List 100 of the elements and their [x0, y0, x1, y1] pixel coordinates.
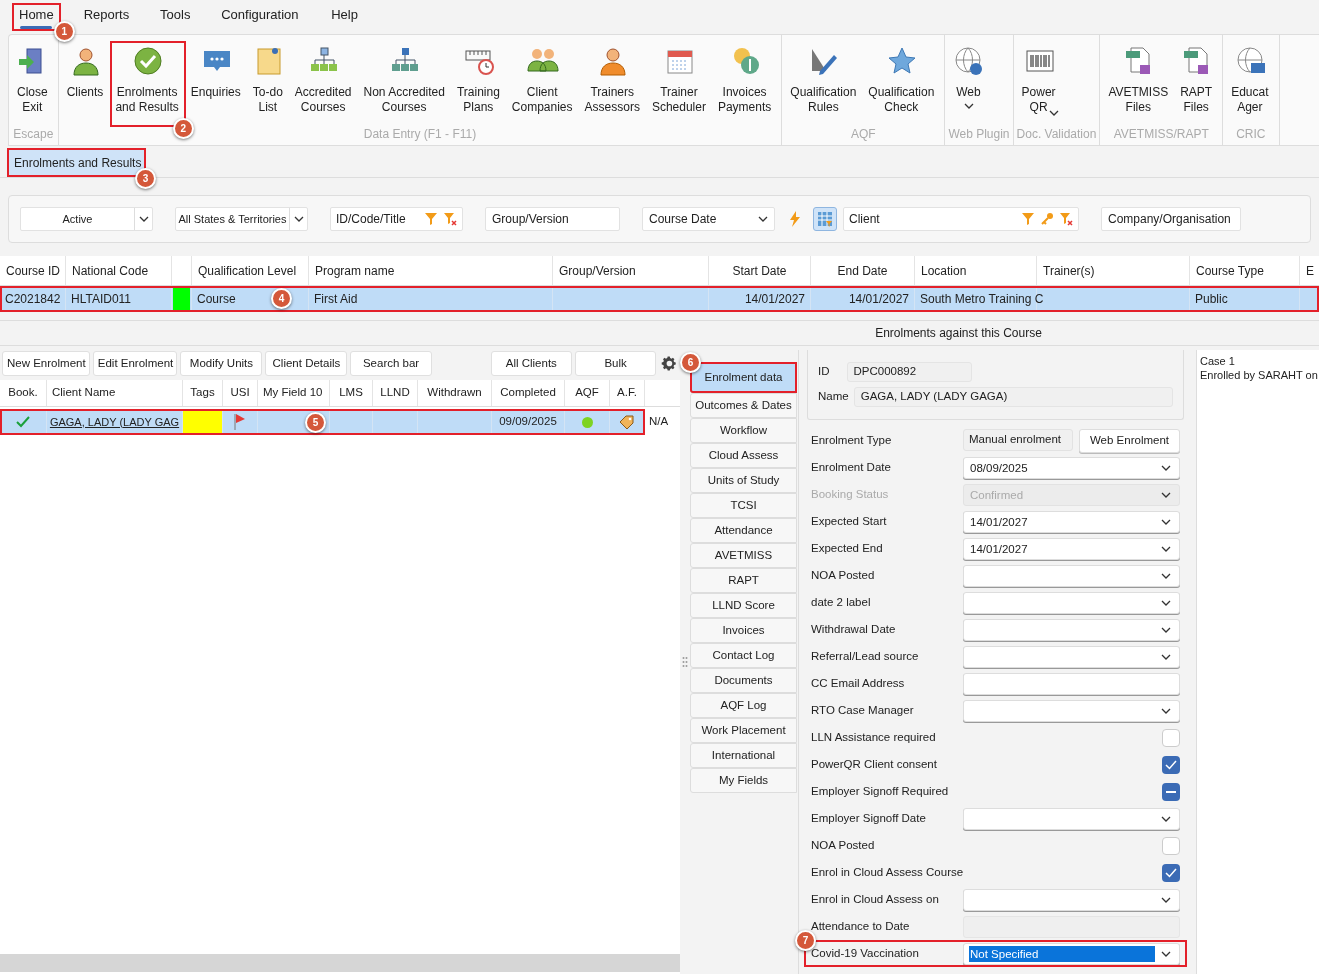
ribbon-button[interactable]: To-do List: [247, 41, 290, 127]
clear-filter-icon[interactable]: [1059, 212, 1073, 226]
ribbon-button[interactable]: Qualification Rules: [785, 41, 864, 127]
checkbox[interactable]: [1162, 755, 1180, 774]
column-header[interactable]: Course Type: [1196, 261, 1264, 280]
column-header[interactable]: Client Name: [52, 384, 116, 402]
clear-filter-icon[interactable]: [443, 212, 457, 226]
column-header[interactable]: Group/Version: [559, 261, 636, 280]
ribbon-button[interactable]: Educat Ager: [1226, 41, 1276, 127]
toolbar-button[interactable]: Edit Enrolment: [92, 351, 178, 376]
toolbar-button[interactable]: Client Details: [265, 351, 348, 376]
column-header[interactable]: Program name: [315, 261, 395, 280]
filter-icon[interactable]: [1021, 212, 1035, 226]
ribbon-button[interactable]: Non Accredited Courses: [358, 41, 452, 127]
side-tab[interactable]: Work Placement: [690, 718, 797, 743]
side-tab[interactable]: Units of Study: [690, 468, 797, 493]
client-name-link[interactable]: GAGA, LADY (LADY GAG: [49, 413, 180, 431]
dropdown-field[interactable]: [963, 645, 1180, 668]
side-tab[interactable]: AVETMISS: [690, 543, 797, 568]
side-tab[interactable]: Documents: [690, 668, 797, 693]
filter-field[interactable]: Group/Version: [485, 207, 620, 231]
side-tab[interactable]: LLND Score: [690, 593, 797, 618]
column-header[interactable]: National Code: [72, 261, 149, 280]
ribbon-button[interactable]: Qualification Check: [863, 41, 942, 127]
checkbox[interactable]: [1162, 836, 1180, 855]
ribbon-button[interactable]: Web: [948, 41, 991, 127]
column-header[interactable]: LMS: [339, 384, 363, 402]
ribbon-button[interactable]: Accredited Courses: [289, 41, 359, 127]
side-tab[interactable]: Attendance: [690, 518, 797, 543]
side-tab[interactable]: Contact Log: [690, 643, 797, 668]
column-header[interactable]: Qualification Level: [198, 261, 297, 280]
checkbox[interactable]: [1162, 863, 1180, 882]
ribbon-button[interactable]: Trainer Scheduler: [646, 41, 713, 127]
filter-dropdown[interactable]: Active: [20, 207, 153, 231]
filter-icon[interactable]: [424, 212, 438, 226]
dropdown-field[interactable]: 14/01/2027: [963, 510, 1180, 533]
filter-dropdown[interactable]: All States & Territories: [175, 207, 308, 231]
side-tab[interactable]: AQF Log: [690, 693, 797, 718]
column-header[interactable]: AQF: [575, 384, 599, 402]
filter-search-box[interactable]: Client: [843, 207, 1079, 231]
ribbon-button[interactable]: Close Exit: [12, 41, 55, 127]
toolbar-button[interactable]: Search bar: [350, 351, 432, 376]
dropdown-field[interactable]: [963, 807, 1180, 830]
key-icon[interactable]: [1040, 212, 1054, 226]
column-header[interactable]: Withdrawn: [427, 384, 482, 402]
side-tab[interactable]: RAPT: [690, 568, 797, 593]
filter-dropdown[interactable]: Course Date: [642, 207, 775, 231]
column-header[interactable]: USI: [230, 384, 250, 402]
ribbon-button[interactable]: Client Companies: [506, 41, 580, 127]
text-field[interactable]: [963, 672, 1180, 695]
filter-search-field[interactable]: ID/Code/Title: [331, 208, 419, 230]
toolbar-button[interactable]: All Clients: [490, 351, 572, 376]
dropdown-field[interactable]: 14/01/2027: [963, 537, 1180, 560]
dropdown-field[interactable]: [963, 888, 1180, 911]
column-header[interactable]: Book.: [8, 384, 38, 402]
ribbon-button[interactable]: Invoices Payments: [712, 41, 779, 127]
column-header[interactable]: Trainer(s): [1043, 261, 1095, 280]
ribbon-button[interactable]: AVETMISS Files: [1103, 41, 1176, 127]
menu-tab[interactable]: Help: [321, 3, 368, 31]
side-tab[interactable]: Workflow: [690, 418, 797, 443]
side-tab[interactable]: Invoices: [690, 618, 797, 643]
side-tab[interactable]: Cloud Assess: [690, 443, 797, 468]
checkbox[interactable]: [1162, 782, 1180, 801]
dropdown-field[interactable]: 08/09/2025: [963, 456, 1180, 479]
dropdown-field[interactable]: [963, 564, 1180, 587]
ribbon-button[interactable]: Clients: [61, 41, 111, 127]
side-tab[interactable]: TCSI: [690, 493, 797, 518]
menu-tab[interactable]: Tools: [152, 3, 199, 31]
column-header[interactable]: A.F.: [617, 384, 637, 402]
lightning-icon[interactable]: [789, 211, 801, 227]
web-enrolment-button[interactable]: Web Enrolment: [1079, 428, 1180, 453]
filter-field[interactable]: Company/Organisation: [1101, 207, 1241, 231]
settings-icon[interactable]: [661, 355, 678, 372]
column-header[interactable]: Course ID: [6, 261, 61, 280]
filter-search-box[interactable]: ID/Code/Title: [330, 207, 463, 231]
dropdown-field[interactable]: [963, 699, 1180, 722]
toolbar-button[interactable]: New Enrolment: [2, 351, 90, 376]
horizontal-scrollbar[interactable]: [0, 954, 680, 972]
toolbar-button[interactable]: Modify Units: [180, 351, 263, 376]
dropdown-field[interactable]: [963, 591, 1180, 614]
menu-tab[interactable]: Reports: [76, 3, 137, 31]
dropdown-field[interactable]: Not Specified: [963, 942, 1180, 965]
column-header[interactable]: E: [1306, 261, 1314, 280]
side-tab[interactable]: International: [690, 743, 797, 768]
column-header[interactable]: Completed: [500, 384, 556, 402]
column-header[interactable]: My Field 10: [263, 384, 323, 402]
ribbon-button[interactable]: Trainers Assessors: [579, 41, 647, 127]
filter-search-field[interactable]: Client: [844, 208, 1016, 230]
column-header[interactable]: LLND: [380, 384, 410, 402]
splitter-grip-icon[interactable]: [682, 656, 688, 668]
toolbar-button[interactable]: Bulk: [574, 351, 657, 376]
dropdown-field[interactable]: [963, 618, 1180, 641]
ribbon-button[interactable]: Training Plans: [451, 41, 507, 127]
menu-tab[interactable]: Configuration: [214, 3, 306, 31]
column-header[interactable]: Location: [921, 261, 967, 280]
checkbox[interactable]: [1162, 728, 1180, 747]
ribbon-button[interactable]: Power QR: [1016, 41, 1063, 127]
side-tab[interactable]: My Fields: [690, 768, 797, 793]
column-header[interactable]: Start Date: [732, 261, 787, 280]
column-header[interactable]: Tags: [190, 384, 215, 402]
